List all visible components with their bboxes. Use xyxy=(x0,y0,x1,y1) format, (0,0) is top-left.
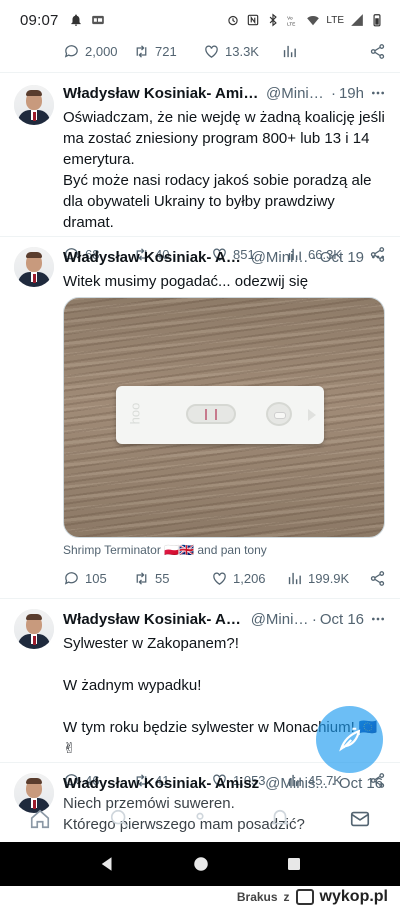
reply-button[interactable]: 105 xyxy=(63,570,133,587)
separator-dot: · xyxy=(311,610,317,628)
bluetooth-icon xyxy=(270,13,278,27)
back-icon[interactable] xyxy=(98,855,116,873)
like-count: 13.3K xyxy=(225,43,259,59)
tweet-time[interactable]: 19h xyxy=(339,85,364,102)
watermark-user: Brakus xyxy=(236,890,278,904)
tweet-time[interactable]: Oct 16 xyxy=(339,775,383,792)
author-name[interactable]: Władysław Kosiniak- Amisz xyxy=(63,775,259,792)
recents-icon[interactable] xyxy=(286,856,302,872)
volte-icon: VoLTE xyxy=(288,15,296,26)
reply-icon xyxy=(64,571,78,585)
author-handle[interactable]: @Minis... xyxy=(265,775,328,792)
author-name[interactable]: Władysław Kosiniak- Amisz ... xyxy=(63,85,260,102)
retweet-icon xyxy=(136,571,147,585)
retweet-button[interactable]: 55 xyxy=(133,570,211,587)
views-icon xyxy=(283,45,296,57)
retweet-count: 55 xyxy=(155,570,170,586)
reply-count: 2,000 xyxy=(85,43,118,59)
watermark-z: z xyxy=(283,890,290,904)
retweet-icon xyxy=(136,44,147,58)
share-icon xyxy=(370,43,385,59)
signal-icon xyxy=(351,14,363,26)
nfc-icon xyxy=(248,14,259,26)
network-type: LTE xyxy=(326,14,344,26)
more-options-icon[interactable] xyxy=(364,85,386,101)
compose-button[interactable] xyxy=(316,706,383,773)
svg-text:LTE: LTE xyxy=(288,21,296,26)
svg-text:Vo: Vo xyxy=(288,15,294,20)
retweet-count: 721 xyxy=(155,43,177,59)
share-button[interactable] xyxy=(369,570,386,587)
bottom-nav xyxy=(0,796,400,842)
views-icon xyxy=(288,572,301,584)
status-time: 09:07 xyxy=(20,11,59,29)
home-icon[interactable] xyxy=(29,808,51,830)
tweet-photo[interactable]: hoo xyxy=(63,297,385,538)
test-brand-label: hoo xyxy=(127,402,143,425)
wykop-logo-icon xyxy=(295,889,314,905)
separator-dot: · xyxy=(330,774,336,792)
separator-dot: · xyxy=(330,84,336,102)
like-button[interactable]: 1,206 xyxy=(211,570,286,587)
system-nav-bar xyxy=(0,842,400,886)
pregnancy-test-image: hoo xyxy=(116,386,324,444)
tagged-users-text: Shrimp Terminator 🇵🇱🇬🇧 and pan tony xyxy=(63,543,267,557)
tweet-text: Witek musimy pogadać... odezwij się xyxy=(63,273,309,290)
communities-icon[interactable] xyxy=(189,808,211,830)
author-handle[interactable]: @Minist... xyxy=(266,85,328,102)
author-handle[interactable]: @Minis... xyxy=(251,249,309,266)
avatar[interactable] xyxy=(14,609,54,649)
status-bar: 09:07 Vo LTE LTE xyxy=(0,0,400,40)
gallery-icon xyxy=(91,15,104,25)
like-button[interactable]: 13.3K xyxy=(203,43,281,60)
author-handle[interactable]: @Minis... xyxy=(251,611,309,628)
heart-icon xyxy=(213,572,226,585)
more-options-icon[interactable] xyxy=(364,249,386,265)
notification-bell-icon xyxy=(70,14,81,26)
avatar[interactable] xyxy=(14,85,54,125)
retweet-button[interactable]: 721 xyxy=(133,43,203,60)
more-options-icon[interactable] xyxy=(364,611,386,627)
tweet-time[interactable]: Oct 16 xyxy=(320,611,364,628)
top-tweet-actions: 2,000 721 13.3K xyxy=(63,40,386,62)
share-icon xyxy=(370,570,385,586)
alarm-icon xyxy=(228,15,239,26)
reply-count: 105 xyxy=(85,570,107,586)
home-circle-icon[interactable] xyxy=(192,855,210,873)
author-name[interactable]: Władysław Kosiniak- Amisz xyxy=(63,249,245,266)
tweet-time[interactable]: Oct 19 xyxy=(320,249,364,266)
tweet[interactable]: Władysław Kosiniak- Amisz @Minis... · Oc… xyxy=(0,236,400,598)
tweet-actions: 105 55 1,206 199.9K xyxy=(63,567,386,589)
search-icon[interactable] xyxy=(109,808,131,830)
reply-icon xyxy=(64,44,78,58)
tweet-text: Oświadczam, że nie wejdę w żadną koalicj… xyxy=(63,109,385,231)
tweet[interactable]: Władysław Kosiniak- Amisz ... @Minist...… xyxy=(0,72,400,262)
wifi-icon xyxy=(307,16,320,26)
author-name[interactable]: Władysław Kosiniak- Amisz xyxy=(63,611,245,628)
views-count: 199.9K xyxy=(308,570,350,586)
heart-icon xyxy=(205,45,218,58)
views-button[interactable] xyxy=(281,43,341,60)
messages-icon[interactable] xyxy=(349,808,371,830)
notifications-icon[interactable] xyxy=(269,808,291,830)
battery-icon xyxy=(373,14,381,27)
compose-feather-icon xyxy=(338,727,360,752)
share-button[interactable] xyxy=(369,43,386,60)
wykop-watermark: Brakus z wykop.pl xyxy=(0,886,400,908)
avatar[interactable] xyxy=(14,247,54,287)
reply-button[interactable]: 2,000 xyxy=(63,43,133,60)
like-count: 1,206 xyxy=(233,570,266,586)
watermark-site: wykop.pl xyxy=(319,888,388,905)
separator-dot: · xyxy=(311,248,317,266)
tagged-users[interactable]: Shrimp Terminator 🇵🇱🇬🇧 and pan tony xyxy=(63,543,267,557)
views-button[interactable]: 199.9K xyxy=(286,570,361,587)
